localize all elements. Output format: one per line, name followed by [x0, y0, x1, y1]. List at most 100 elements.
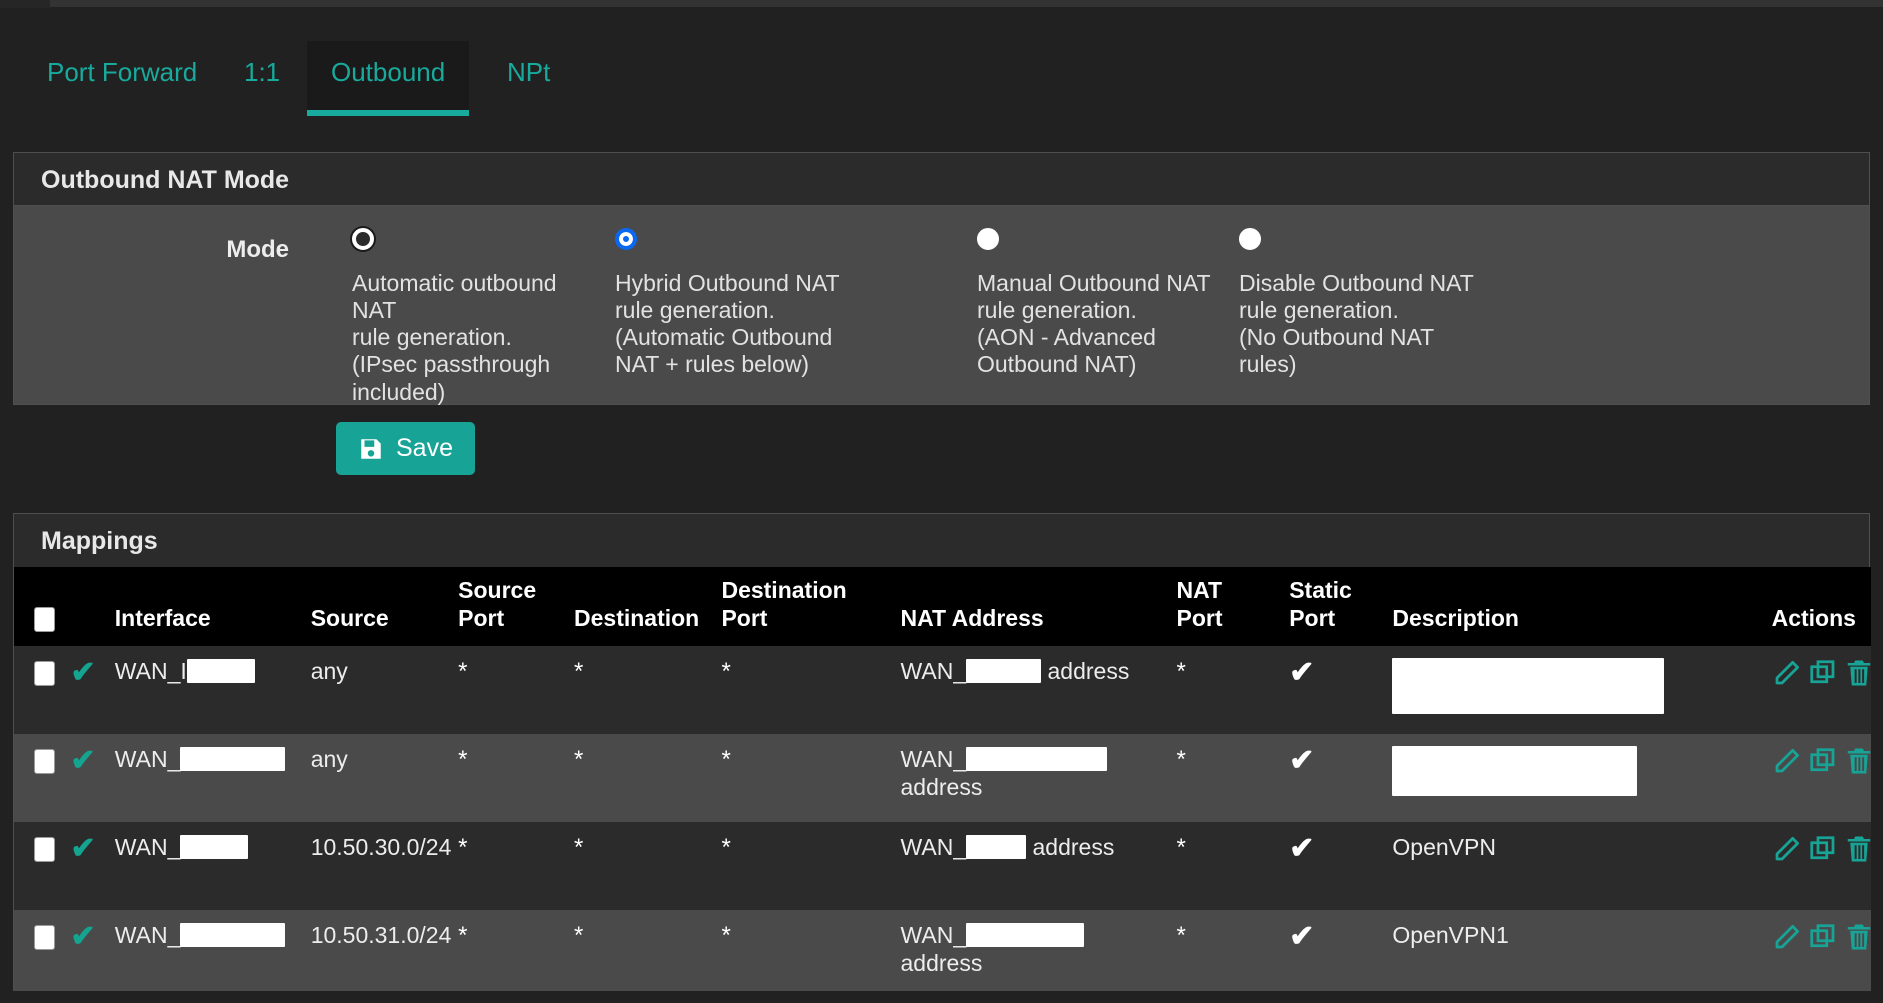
interface-prefix: WAN_: [114, 922, 181, 949]
table-row[interactable]: ✔ WAN_ 10.50.30.0/24 * * * WAN_ address * ✔ OpenV…: [14, 822, 1871, 911]
row-select-checkbox[interactable]: [34, 660, 55, 686]
interface-prefix: WAN_: [114, 834, 181, 861]
pencil-icon: [1772, 922, 1802, 952]
radio-manual-outbound-nat[interactable]: [977, 228, 999, 250]
copy-icon: [1808, 922, 1838, 952]
row-enabled-cell: ✔: [64, 646, 109, 735]
header-destination-port[interactable]: Destination Port: [715, 567, 895, 647]
mappings-panel: Mappings Interface Source Source Port De…: [13, 513, 1871, 999]
pencil-action-button[interactable]: [1772, 746, 1802, 776]
table-row[interactable]: ✔ WAN_ 10.50.31.0/24 * * * WAN_ address * ✔ OpenVP…: [14, 910, 1871, 999]
copy-action-button[interactable]: [1808, 834, 1838, 864]
redacted-nat-address: [966, 659, 1042, 684]
cell-nat-port: *: [1170, 910, 1284, 999]
tab-outbound[interactable]: Outbound: [307, 41, 470, 116]
header-source-port[interactable]: Source Port: [452, 567, 568, 647]
static-port-check-icon: ✔: [1289, 920, 1315, 954]
tab-one-to-one[interactable]: 1:1: [220, 41, 304, 116]
tab-npt-label: NPt: [507, 57, 551, 87]
pencil-action-button[interactable]: [1772, 922, 1802, 952]
cell-source-port: *: [452, 646, 568, 735]
nat-address-suffix: address: [1041, 658, 1130, 685]
redacted-description: [1392, 658, 1665, 715]
header-nat-port[interactable]: NAT Port: [1170, 567, 1284, 647]
radio-hybrid-outbound-nat[interactable]: [615, 228, 637, 250]
header-interface[interactable]: Interface: [108, 567, 305, 647]
source-port-value: *: [458, 834, 468, 862]
header-static-port-line2: Port: [1289, 604, 1336, 631]
row-enabled-cell: ✔: [64, 822, 109, 911]
cell-description: OpenVPN1: [1386, 910, 1766, 999]
mode-option-disable: Disable Outbound NAT rule generation. (N…: [1239, 228, 1539, 379]
row-enabled-cell: ✔: [64, 910, 109, 999]
static-port-check-icon: ✔: [1289, 832, 1315, 866]
rule-enabled-check-icon: ✔: [70, 832, 96, 866]
cell-interface: WAN_I: [108, 646, 305, 735]
copy-icon: [1808, 834, 1838, 864]
row-select-checkbox[interactable]: [34, 748, 55, 774]
cell-interface: WAN_: [108, 734, 305, 823]
cell-source: any: [304, 646, 453, 735]
mappings-table-head: Interface Source Source Port Destination…: [14, 567, 1871, 647]
cell-source: 10.50.30.0/24: [304, 822, 453, 911]
trash-action-button[interactable]: [1844, 834, 1874, 864]
copy-action-button[interactable]: [1808, 658, 1838, 688]
row-actions: [1772, 834, 1870, 872]
pencil-action-button[interactable]: [1772, 834, 1802, 864]
cell-actions: [1765, 910, 1871, 999]
cell-source-port: *: [452, 910, 568, 999]
copy-action-button[interactable]: [1808, 922, 1838, 952]
header-static-port-line1: Static: [1289, 577, 1352, 603]
mappings-table-body: ✔ WAN_I any * * * WAN_ address * ✔ ✔ WAN_ any * * * WAN…: [14, 646, 1874, 999]
nat-address-prefix: WAN_: [900, 658, 967, 685]
copy-action-button[interactable]: [1808, 746, 1838, 776]
header-nat-address[interactable]: NAT Address: [894, 567, 1171, 647]
row-select-checkbox[interactable]: [34, 836, 55, 862]
destination-port-value: *: [721, 658, 731, 686]
rule-enabled-check-icon: ✔: [70, 656, 96, 690]
tab-npt[interactable]: NPt: [483, 41, 574, 116]
table-row[interactable]: ✔ WAN_I any * * * WAN_ address * ✔: [14, 646, 1874, 735]
pencil-action-button[interactable]: [1772, 658, 1802, 688]
tab-port-forward[interactable]: Port Forward: [23, 41, 221, 116]
outbound-nat-mode-body: Mode Automatic outbound NAT rule generat…: [14, 206, 1869, 405]
header-description[interactable]: Description: [1386, 567, 1766, 647]
cell-destination-port: *: [715, 822, 895, 911]
radio-disable-outbound-nat[interactable]: [1239, 228, 1261, 250]
mode-field-label: Mode: [226, 236, 289, 263]
tab-port-forward-label: Port Forward: [47, 57, 198, 87]
destination-value: *: [574, 746, 584, 774]
redacted-interface: [186, 659, 255, 684]
save-button-wrapper: Save: [336, 422, 475, 475]
top-strip-inner: [50, 0, 1883, 7]
header-destination[interactable]: Destination: [568, 567, 716, 647]
row-select-cell: [14, 910, 65, 999]
nat-address-prefix: WAN_: [900, 746, 967, 773]
cell-nat-address: WAN_ address: [894, 910, 1171, 999]
pencil-icon: [1772, 746, 1802, 776]
header-source[interactable]: Source: [304, 567, 453, 647]
trash-action-button[interactable]: [1844, 922, 1874, 952]
trash-icon: [1844, 658, 1874, 688]
table-row[interactable]: ✔ WAN_ any * * * WAN_ address * ✔: [14, 734, 1871, 823]
nat-outbound-page: Port Forward 1:1 Outbound NPt Outbound N…: [0, 0, 1883, 1003]
header-nat-port-line2: Port: [1176, 604, 1223, 631]
mode-option-hybrid: Hybrid Outbound NAT rule generation. (Au…: [615, 228, 915, 379]
destination-port-value: *: [721, 834, 731, 862]
trash-action-button[interactable]: [1844, 746, 1874, 776]
row-actions: [1772, 746, 1870, 784]
mode-option-manual: Manual Outbound NAT rule generation. (AO…: [977, 228, 1277, 379]
destination-value: *: [574, 834, 584, 862]
row-select-cell: [14, 822, 65, 911]
trash-icon: [1844, 922, 1874, 952]
destination-value: *: [574, 922, 584, 950]
cell-actions: [1765, 734, 1871, 823]
select-all-checkbox[interactable]: [34, 607, 55, 633]
row-select-checkbox[interactable]: [34, 924, 55, 950]
trash-action-button[interactable]: [1844, 658, 1874, 688]
radio-automatic-outbound-nat[interactable]: [352, 228, 374, 250]
redacted-nat-address: [966, 835, 1027, 860]
save-button[interactable]: Save: [336, 422, 475, 475]
header-static-port[interactable]: Static Port: [1283, 567, 1387, 647]
row-actions: [1772, 922, 1870, 960]
